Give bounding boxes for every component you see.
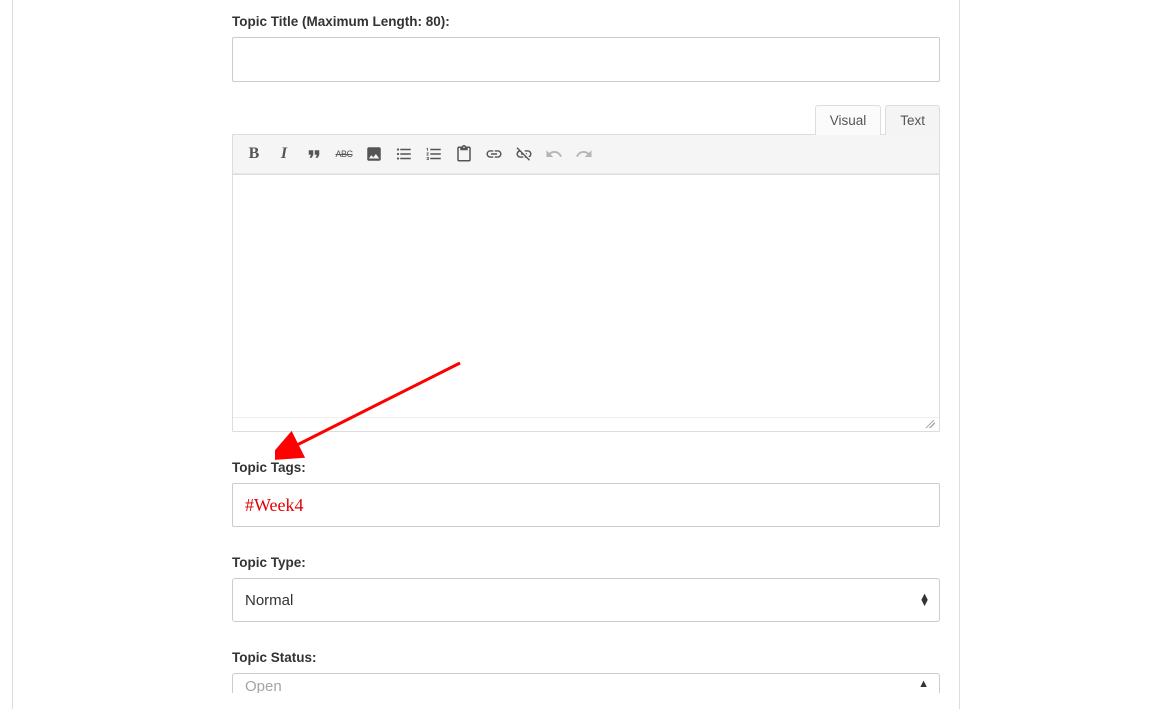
topic-type-label: Topic Type: (232, 555, 940, 570)
link-button[interactable] (479, 139, 509, 169)
bold-button[interactable]: B (239, 139, 269, 169)
topic-tags-label: Topic Tags: (232, 460, 940, 475)
editor-toolbar: B I ABC (233, 135, 939, 174)
undo-icon (545, 145, 563, 163)
topic-type-select[interactable]: Normal (232, 578, 940, 622)
topic-status-select[interactable]: Open ▲ (232, 673, 940, 693)
paste-button[interactable] (449, 139, 479, 169)
strikethrough-button[interactable]: ABC (329, 139, 359, 169)
editor-tabs: Visual Text (232, 104, 940, 134)
redo-icon (575, 145, 593, 163)
numbered-list-icon (425, 145, 443, 163)
tab-text[interactable]: Text (885, 105, 940, 135)
form-area: Topic Title (Maximum Length: 80): Visual… (232, 14, 940, 693)
image-button[interactable] (359, 139, 389, 169)
blockquote-button[interactable] (299, 139, 329, 169)
bullet-list-button[interactable] (389, 139, 419, 169)
link-icon (485, 145, 503, 163)
bullet-list-icon (395, 145, 413, 163)
topic-tags-input[interactable] (232, 483, 940, 527)
italic-button[interactable]: I (269, 139, 299, 169)
image-icon (365, 145, 383, 163)
editor-content-area[interactable] (233, 175, 939, 417)
resize-handle[interactable] (233, 417, 939, 431)
undo-button[interactable] (539, 139, 569, 169)
rich-text-editor: B I ABC (232, 134, 940, 432)
topic-title-label: Topic Title (Maximum Length: 80): (232, 14, 940, 29)
numbered-list-button[interactable] (419, 139, 449, 169)
unlink-button[interactable] (509, 139, 539, 169)
tab-visual[interactable]: Visual (815, 105, 882, 135)
clipboard-icon (455, 145, 473, 163)
topic-status-label: Topic Status: (232, 650, 940, 665)
unlink-icon (515, 145, 533, 163)
select-arrows-icon: ▲ (918, 681, 929, 687)
topic-title-input[interactable] (232, 37, 940, 82)
redo-button[interactable] (569, 139, 599, 169)
quote-icon (305, 145, 323, 163)
strikethrough-icon: ABC (335, 149, 352, 159)
